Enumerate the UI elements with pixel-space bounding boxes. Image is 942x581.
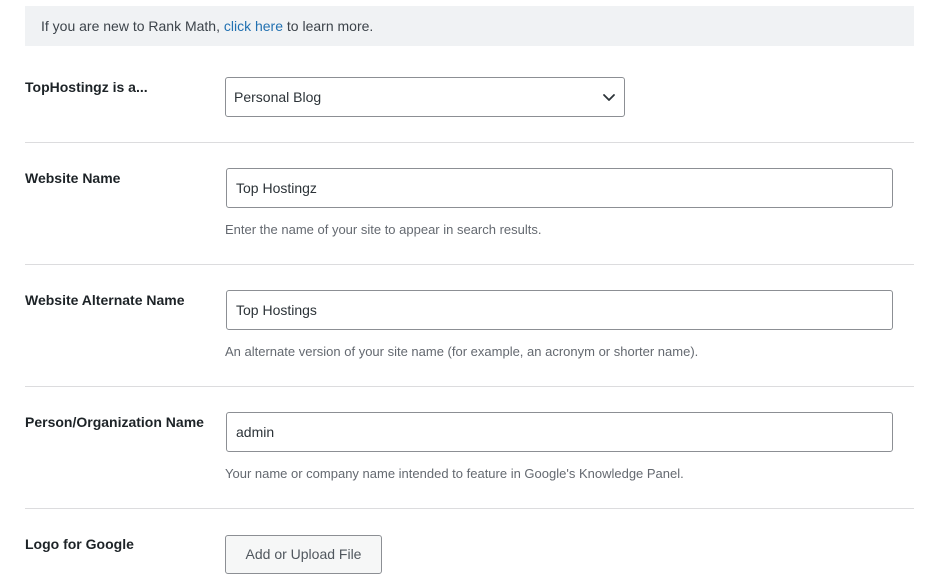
site-type-select[interactable]: Personal Blog — [225, 77, 625, 117]
add-upload-file-button[interactable]: Add or Upload File — [225, 535, 382, 574]
chevron-down-icon — [603, 94, 615, 101]
click-here-link[interactable]: click here — [224, 18, 283, 34]
notice-suffix: to learn more. — [286, 18, 374, 34]
alternate-name-label: Website Alternate Name — [25, 292, 185, 308]
website-name-help: Enter the name of your site to appear in… — [225, 222, 542, 237]
alternate-name-help: An alternate version of your site name (… — [225, 344, 699, 359]
divider — [25, 386, 914, 387]
divider — [25, 142, 914, 143]
rank-math-setup-page: If you are new to Rank Math, click here … — [0, 0, 942, 581]
person-org-help: Your name or company name intended to fe… — [225, 466, 684, 481]
info-notice: If you are new to Rank Math, click here … — [25, 6, 914, 46]
website-name-input[interactable]: Top Hostingz — [226, 168, 893, 208]
site-type-selected: Personal Blog — [234, 89, 322, 105]
site-type-label: TopHostingz is a... — [25, 79, 148, 95]
person-org-label: Person/Organization Name — [25, 414, 204, 430]
person-org-input[interactable]: admin — [226, 412, 893, 452]
alternate-name-input[interactable]: Top Hostings — [226, 290, 893, 330]
divider — [25, 264, 914, 265]
divider — [25, 508, 914, 509]
logo-label: Logo for Google — [25, 536, 134, 552]
notice-text: If you are new to Rank Math, — [41, 18, 220, 34]
website-name-label: Website Name — [25, 170, 121, 186]
